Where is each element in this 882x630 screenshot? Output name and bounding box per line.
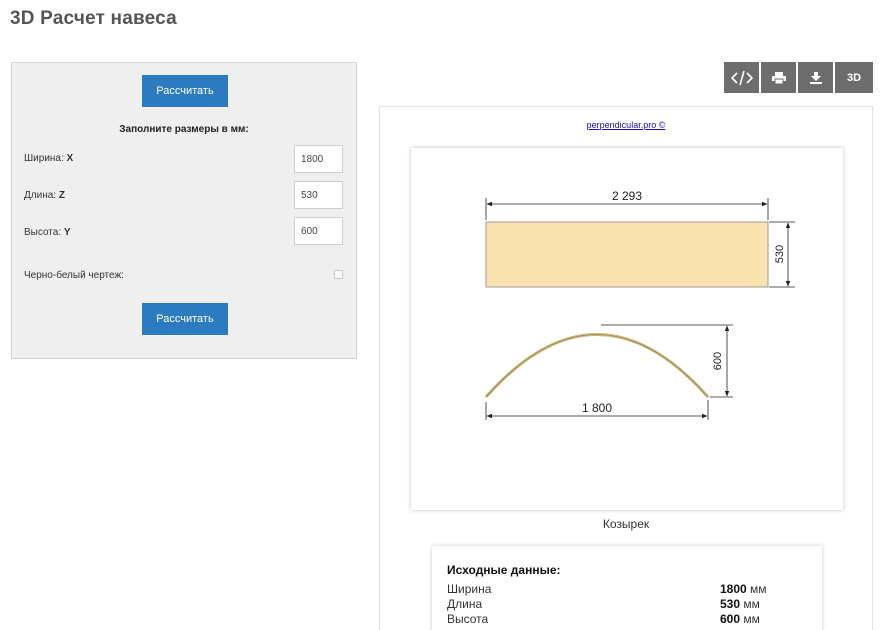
calculate-button-bottom[interactable]: Рассчитать: [142, 303, 228, 335]
length-dimension-label: 2 293: [612, 189, 642, 203]
width-label: Ширина: X: [24, 153, 74, 164]
embed-code-button[interactable]: [724, 62, 759, 93]
height-label: Высота: Y: [24, 227, 71, 238]
source-data-title: Исходные данные:: [447, 563, 561, 577]
panel-top-view: [485, 221, 769, 288]
code-icon: [730, 70, 753, 85]
bw-drawing-checkbox[interactable]: [334, 270, 343, 279]
source-row-label: Ширина: [447, 582, 492, 596]
source-data-card: Исходные данные: Ширина 1800 мм Длина 53…: [432, 546, 822, 630]
source-row-value: 1800 мм: [720, 582, 767, 596]
length-input[interactable]: [294, 181, 343, 209]
canopy-arc: [484, 333, 710, 398]
width-dimension-label: 1 800: [582, 401, 612, 415]
depth-dimension-label: 530: [774, 245, 786, 263]
source-row-value: 600 мм: [720, 612, 760, 626]
width-input[interactable]: [294, 145, 343, 173]
drawing-caption: Козырек: [602, 517, 650, 531]
calculate-button-top[interactable]: Рассчитать: [142, 75, 228, 107]
download-button[interactable]: [798, 62, 833, 93]
bw-drawing-label: Черно-белый чертеж:: [24, 270, 124, 281]
page-title: 3D Расчет навеса: [10, 8, 177, 29]
credit-link[interactable]: perpendicular.pro ©: [380, 120, 872, 130]
dimensions-form: Рассчитать Заполните размеры в мм: Ширин…: [11, 62, 357, 359]
drawing-toolbar: 3D: [724, 62, 873, 93]
drawing-card: 2 293 530 1 800 600: [411, 148, 843, 510]
source-row-label: Высота: [447, 612, 489, 626]
view-3d-button[interactable]: 3D: [835, 62, 873, 93]
height-input[interactable]: [294, 217, 343, 245]
height-dimension-label: 600: [712, 352, 724, 370]
form-heading: Заполните размеры в мм:: [119, 124, 249, 135]
canopy-drawing: 2 293 530 1 800 600: [484, 189, 795, 420]
print-button[interactable]: [761, 62, 796, 93]
source-row-value: 530 мм: [720, 597, 760, 611]
print-icon: [771, 71, 786, 84]
download-icon: [809, 71, 822, 84]
drawing-frame: perpendicular.pro © 2 293 530 1 800 600 …: [379, 106, 873, 630]
source-row-label: Длина: [447, 597, 483, 611]
length-label: Длина: Z: [24, 190, 65, 201]
